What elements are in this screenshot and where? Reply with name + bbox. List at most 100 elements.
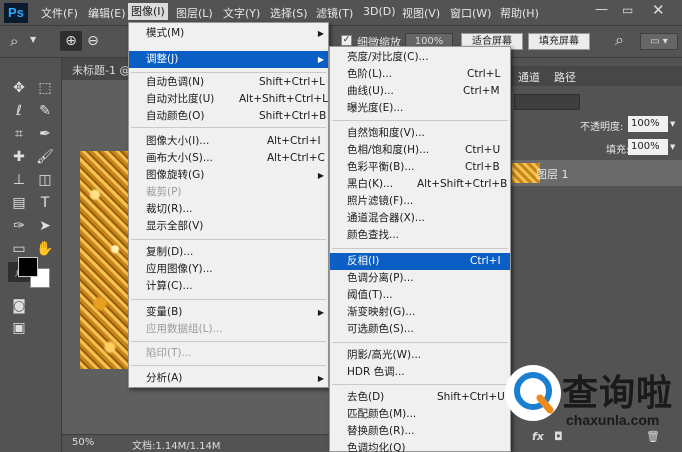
fill-label: 填充: <box>606 145 630 156</box>
healing-tool-icon[interactable]: ✚ <box>8 147 30 167</box>
quick-mask-icon[interactable]: ◙ <box>8 296 30 316</box>
menu-image[interactable]: 图像(I) <box>128 3 168 20</box>
menu-item-threshold[interactable]: 阈值(T)... <box>330 287 510 304</box>
menu-item-hue-saturation[interactable]: 色相/饱和度(H)... Ctrl+U <box>330 142 510 159</box>
document-tab[interactable]: 未标题-1 @ <box>62 58 132 80</box>
opacity-chevron-icon[interactable]: ▼ <box>670 120 675 128</box>
menu-item-gradient-map[interactable]: 渐变映射(G)... <box>330 304 510 321</box>
menu-item-match-color[interactable]: 匹配颜色(M)... <box>330 406 510 423</box>
menu-item-brightness-contrast[interactable]: 亮度/对比度(C)... <box>330 49 510 66</box>
fill-chevron-icon[interactable]: ▼ <box>670 143 675 151</box>
menu-item-duplicate[interactable]: 复制(D)... <box>129 244 328 261</box>
menu-item-canvas-size[interactable]: 画布大小(S)... Alt+Ctrl+C <box>129 150 328 167</box>
watermark-brand: 查询啦 <box>562 373 674 414</box>
foreground-color-swatch[interactable] <box>18 257 38 277</box>
hand-tool-icon[interactable]: ✋ <box>34 239 56 259</box>
menu-item-auto-contrast[interactable]: 自动对比度(U) Alt+Shift+Ctrl+L <box>129 91 328 108</box>
menu-select[interactable]: 选择(S) <box>270 5 308 21</box>
menu-item-black-white[interactable]: 黑白(K)... Alt+Shift+Ctrl+B <box>330 176 510 193</box>
menu-item-replace-color[interactable]: 替换颜色(R)... <box>330 423 510 440</box>
tab-paths[interactable]: 路径 <box>554 69 576 85</box>
menu-item-auto-color[interactable]: 自动颜色(O) Shift+Ctrl+B <box>129 108 328 125</box>
close-icon[interactable]: ✕ <box>652 1 665 19</box>
type-tool-icon[interactable]: T <box>34 193 56 213</box>
path-select-tool-icon[interactable]: ➤ <box>34 216 56 236</box>
marquee-tool-icon[interactable]: ⬚ <box>34 78 56 98</box>
zoom-tool-icon[interactable]: ⌕ <box>10 32 18 50</box>
menu-window[interactable]: 窗口(W) <box>450 5 491 21</box>
shape-tool-icon[interactable]: ▭ <box>8 239 30 259</box>
menu-item-posterize[interactable]: 色调分离(P)... <box>330 270 510 287</box>
menu-item-analysis[interactable]: 分析(A) ▶ <box>129 370 328 387</box>
menu-item-image-rotation[interactable]: 图像旋转(G) ▶ <box>129 167 328 184</box>
tool-preset-chevron-icon[interactable]: ▼ <box>30 35 36 44</box>
menu-type[interactable]: 文字(Y) <box>223 5 260 21</box>
menu-help[interactable]: 帮助(H) <box>500 5 539 21</box>
opacity-input[interactable]: 100% <box>628 116 668 132</box>
fill-input[interactable]: 100% <box>628 139 668 155</box>
search-icon[interactable]: ⌕ <box>615 30 624 50</box>
menu-edit[interactable]: 编辑(E) <box>88 5 126 21</box>
fill-screen-button[interactable]: 填充屏幕 <box>528 33 590 50</box>
menu-item-apply-data-set: 应用数据组(L)... <box>146 323 223 335</box>
menu-item-photo-filter[interactable]: 照片滤镜(F)... <box>330 193 510 210</box>
menu-item-adjustments[interactable]: 调整(J) ▶ <box>129 51 328 68</box>
menu-item-color-balance[interactable]: 色彩平衡(B)... Ctrl+B <box>330 159 510 176</box>
menu-item-levels[interactable]: 色阶(L)... Ctrl+L <box>330 66 510 83</box>
menu-item-channel-mixer[interactable]: 通道混合器(X)... <box>330 210 510 227</box>
menu-item-exposure[interactable]: 曝光度(E)... <box>330 100 510 117</box>
layer-name: 图层 1 <box>536 168 569 181</box>
scrubby-zoom-checkbox[interactable]: ✓ <box>341 35 352 46</box>
eraser-tool-icon[interactable]: ◫ <box>34 170 56 190</box>
maximize-icon[interactable]: ▭ <box>622 3 633 17</box>
menu-item-trap: 陷印(T)... <box>146 347 192 359</box>
toolbox: ✥ ⬚ ℓ ✎ ⌗ ✒ ✚ 🖌 ⊥ ◫ ▤ T ✑ ➤ ▭ ✋ ⌕ ⋯ ◙ ▣ <box>0 58 62 452</box>
menu-item-invert[interactable]: 反相(I) Ctrl+I <box>330 253 510 270</box>
menu-3d[interactable]: 3D(D) <box>363 5 396 18</box>
minimize-icon[interactable]: — <box>595 2 608 17</box>
lasso-tool-icon[interactable]: ℓ <box>8 101 30 121</box>
menu-item-desaturate[interactable]: 去色(D) Shift+Ctrl+U <box>330 389 510 406</box>
menu-item-hdr-toning[interactable]: HDR 色调... <box>330 364 510 381</box>
workspace-switcher[interactable]: ▭ ▾ <box>640 33 678 50</box>
zoom-in-icon[interactable]: ⊕ <box>60 31 82 51</box>
menu-item-equalize[interactable]: 色调均化(Q) <box>330 440 510 452</box>
eyedropper-tool-icon[interactable]: ✒ <box>34 124 56 144</box>
blend-mode-select[interactable] <box>514 94 580 110</box>
watermark-logo-icon <box>505 365 561 421</box>
menu-item-trim[interactable]: 裁切(R)... <box>129 201 328 218</box>
menu-item-vibrance[interactable]: 自然饱和度(V)... <box>330 125 510 142</box>
menu-item-apply-image[interactable]: 应用图像(Y)... <box>129 261 328 278</box>
watermark-url: chaxunla.com <box>566 412 660 428</box>
status-zoom[interactable]: 50% <box>72 437 94 448</box>
menu-item-auto-tone[interactable]: 自动色调(N) Shift+Ctrl+L <box>129 74 328 91</box>
menu-item-curves[interactable]: 曲线(U)... Ctrl+M <box>330 83 510 100</box>
crop-tool-icon[interactable]: ⌗ <box>8 124 30 144</box>
menu-layer[interactable]: 图层(L) <box>176 5 213 21</box>
menu-item-selective-color[interactable]: 可选颜色(S)... <box>330 321 510 338</box>
menu-filter[interactable]: 滤镜(T) <box>316 5 353 21</box>
layer-row[interactable]: 图层 1 <box>510 160 682 186</box>
menu-item-variables[interactable]: 变量(B) ▶ <box>129 304 328 321</box>
pen-tool-icon[interactable]: ✑ <box>8 216 30 236</box>
panel-tabs: 通道 路径 <box>510 66 682 86</box>
tab-channels[interactable]: 通道 <box>518 69 540 85</box>
menu-item-mode[interactable]: 模式(M) ▶ <box>129 25 328 42</box>
menu-item-reveal-all[interactable]: 显示全部(V) <box>129 218 328 235</box>
image-menu: 模式(M) ▶ 调整(J) ▶ 自动色调(N) Shift+Ctrl+L 自动对比度(… <box>128 22 329 388</box>
gradient-tool-icon[interactable]: ▤ <box>8 193 30 213</box>
zoom-out-icon[interactable]: ⊖ <box>82 31 104 51</box>
screen-mode-icon[interactable]: ▣ <box>8 318 30 338</box>
quick-select-tool-icon[interactable]: ✎ <box>34 101 56 121</box>
menu-item-color-lookup[interactable]: 颜色查找... <box>330 227 510 244</box>
adjustments-submenu: 亮度/对比度(C)... 色阶(L)... Ctrl+L 曲线(U)... Ctrl… <box>329 46 511 452</box>
photoshop-logo: Ps <box>4 3 28 23</box>
move-tool-icon[interactable]: ✥ <box>8 78 30 98</box>
brush-tool-icon[interactable]: 🖌 <box>34 147 56 167</box>
stamp-tool-icon[interactable]: ⊥ <box>8 170 30 190</box>
menu-item-calculations[interactable]: 计算(C)... <box>129 278 328 295</box>
menu-item-shadows-highlights[interactable]: 阴影/高光(W)... <box>330 347 510 364</box>
menu-view[interactable]: 视图(V) <box>402 5 440 21</box>
menu-file[interactable]: 文件(F) <box>41 5 78 21</box>
menu-item-image-size[interactable]: 图像大小(I)... Alt+Ctrl+I <box>129 133 328 150</box>
